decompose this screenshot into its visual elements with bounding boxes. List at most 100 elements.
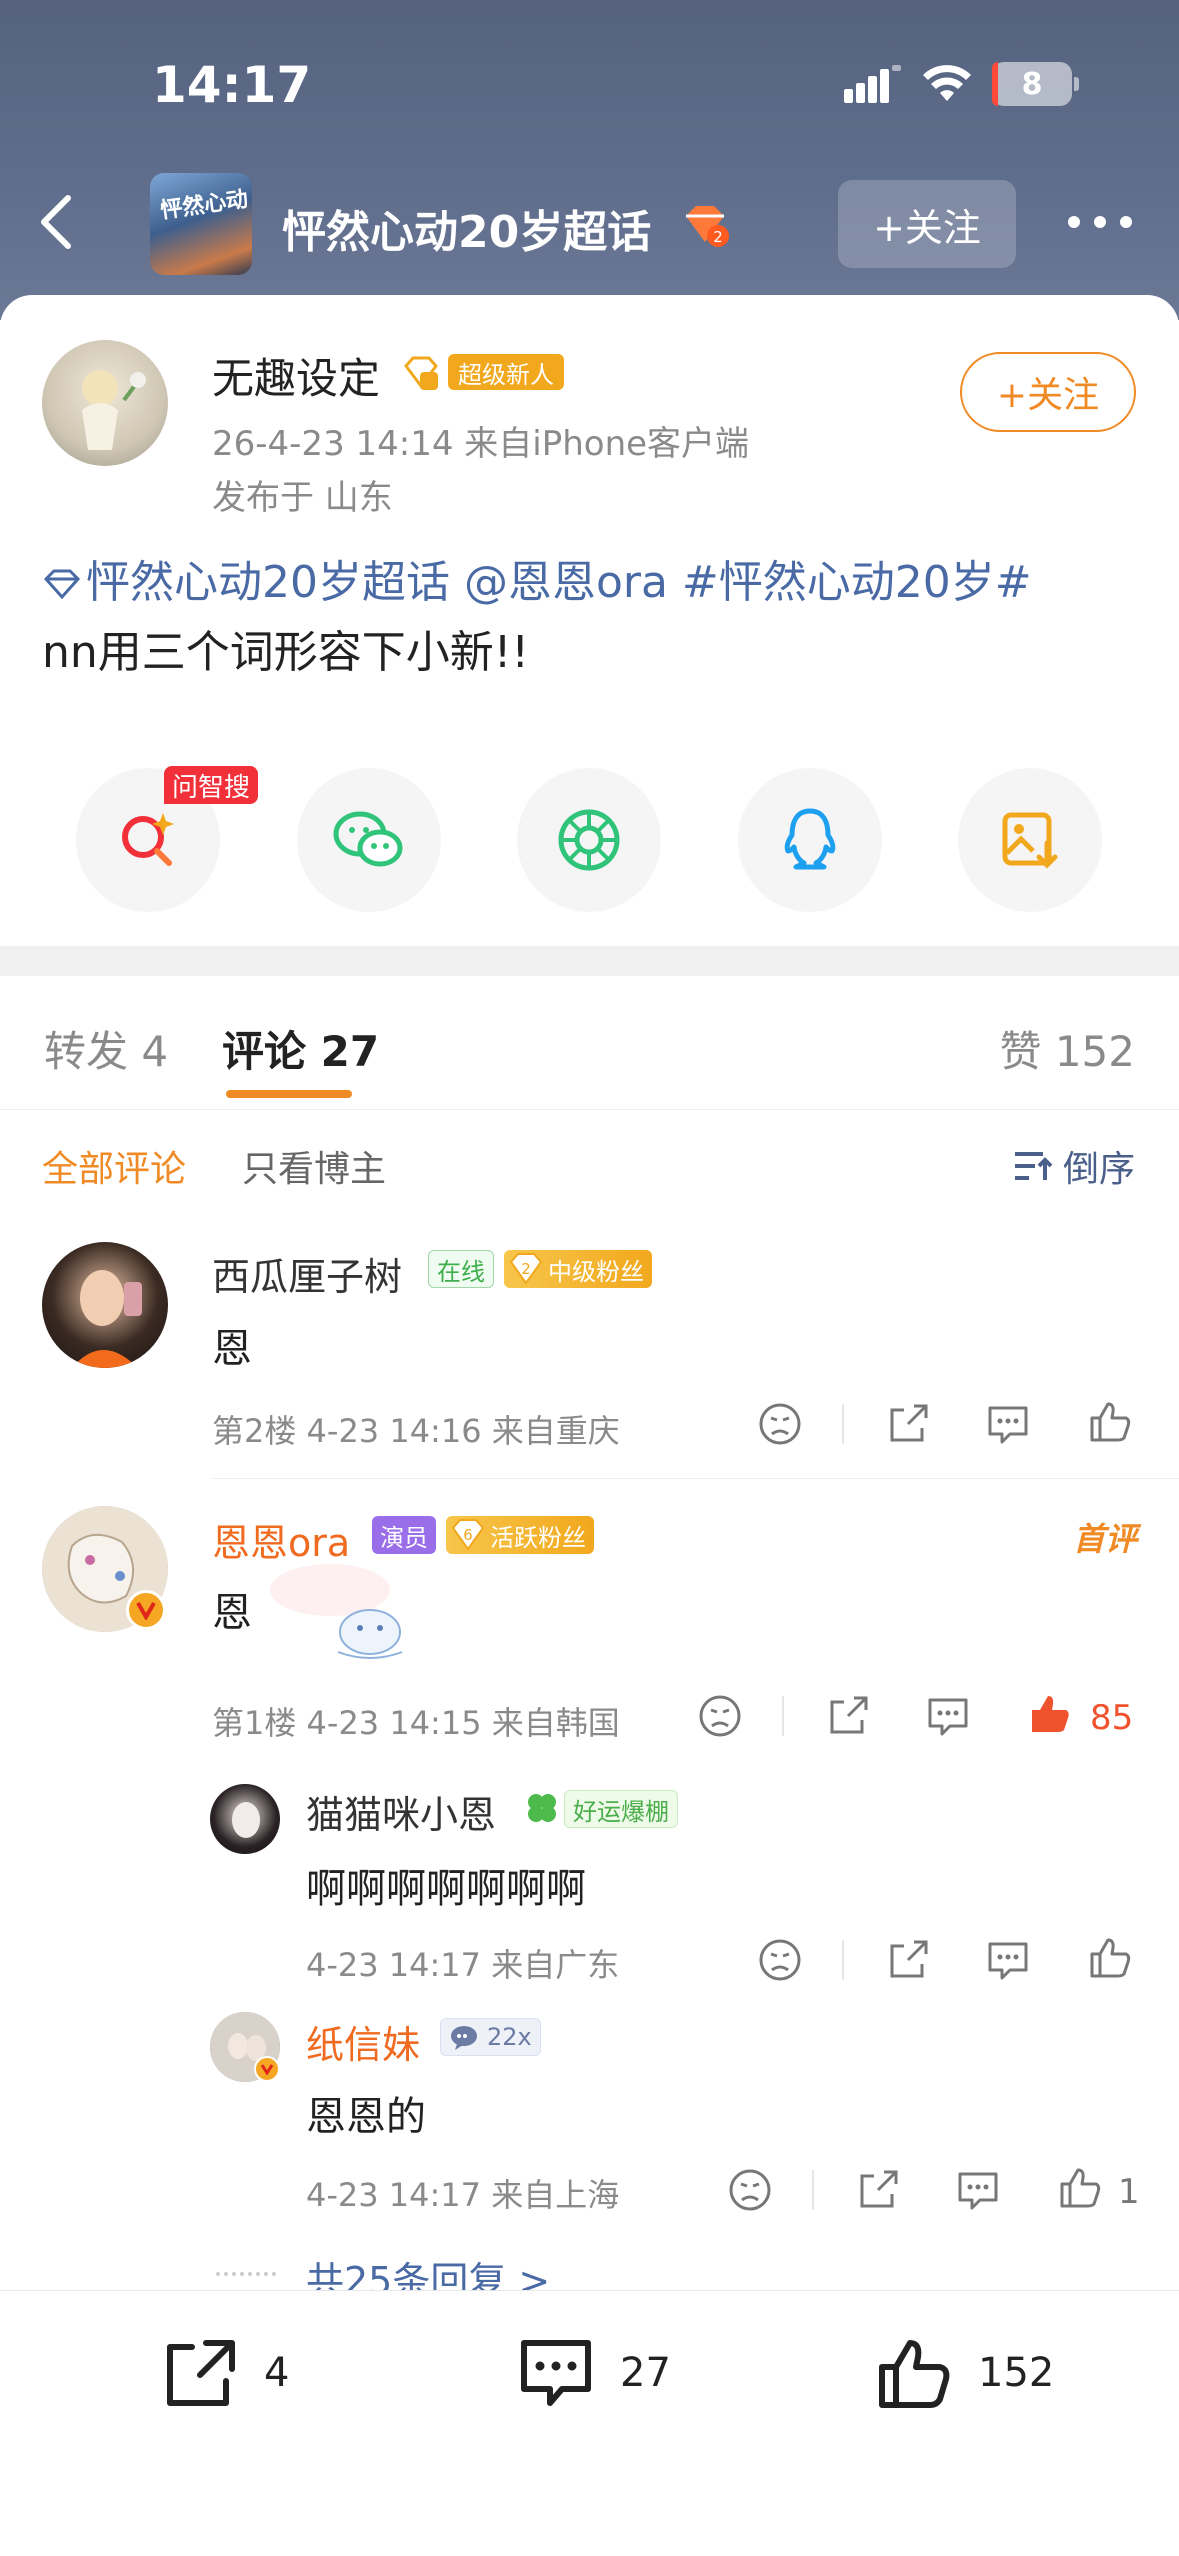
tab-comments[interactable]: 评论 27 bbox=[222, 1018, 379, 1079]
liked-icon[interactable] bbox=[1026, 1690, 1074, 1738]
post-author-avatar[interactable] bbox=[42, 340, 168, 466]
dislike-face-icon[interactable] bbox=[756, 1936, 804, 1984]
role-badge: 演员 bbox=[372, 1516, 436, 1554]
tab-repost[interactable]: 转发 4 bbox=[44, 1018, 168, 1079]
supertopic-follow-button[interactable]: +关注 bbox=[838, 180, 1016, 268]
reply-icon[interactable] bbox=[984, 1936, 1032, 1984]
comment-meta: 第2楼 4-23 14:16 来自重庆 bbox=[212, 1412, 620, 1450]
tab-likes[interactable]: 赞 152 bbox=[999, 1018, 1135, 1079]
share-icon[interactable] bbox=[884, 1400, 932, 1448]
reply-icon[interactable] bbox=[984, 1400, 1032, 1448]
wenzhi-search-tag: 问智搜 bbox=[164, 766, 259, 804]
comment-icon bbox=[521, 2340, 591, 2406]
reply-author-name[interactable]: 猫猫咪小恩 bbox=[306, 1784, 496, 1839]
more-options-icon[interactable] bbox=[1068, 216, 1132, 228]
repost-icon bbox=[167, 2340, 235, 2406]
comment-text: 恩 bbox=[212, 1590, 252, 1636]
fan-level-number: 2 bbox=[521, 1260, 531, 1278]
interaction-badge-label: 22x bbox=[487, 2023, 532, 2051]
qq-icon bbox=[784, 808, 836, 870]
battery-tip bbox=[1074, 77, 1079, 91]
repost-count: 4 bbox=[264, 2350, 290, 2396]
bottom-comment-button[interactable]: 27 bbox=[516, 2335, 671, 2411]
super-newbie-badge: 超级新人 bbox=[448, 354, 564, 390]
bottom-like-button[interactable]: 152 bbox=[874, 2335, 1054, 2411]
avatar-illustration bbox=[82, 370, 146, 450]
wechat-icon bbox=[333, 811, 403, 867]
reply-avatar[interactable] bbox=[210, 1784, 280, 1854]
moments-share-button[interactable] bbox=[517, 768, 661, 912]
comment-avatar[interactable] bbox=[42, 1242, 168, 1368]
sort-toggle[interactable]: 倒序 bbox=[1013, 1140, 1135, 1192]
more-replies-dots bbox=[216, 2272, 276, 2276]
like-count: 152 bbox=[978, 2350, 1055, 2396]
comment-filter-row: 全部评论 只看博主 倒序 bbox=[0, 1110, 1179, 1210]
filter-all-comments[interactable]: 全部评论 bbox=[42, 1140, 186, 1192]
wechat-share-button[interactable] bbox=[297, 768, 441, 912]
reply-text: 啊啊啊啊啊啊啊 bbox=[306, 1866, 586, 1912]
fan-level-number: 6 bbox=[463, 1526, 473, 1544]
share-icon[interactable] bbox=[884, 1936, 932, 1984]
fan-level-badge: 2 中级粉丝 bbox=[504, 1250, 652, 1288]
reply-icon[interactable] bbox=[924, 1692, 972, 1740]
reply-avatar[interactable] bbox=[210, 2012, 280, 2082]
clover-icon bbox=[528, 1794, 556, 1822]
share-icon[interactable] bbox=[854, 2166, 902, 2214]
comment-author-name[interactable]: 恩恩ora bbox=[212, 1512, 350, 1567]
post-topic-link[interactable]: 怦然心动20岁超话 @恩恩ora #怦然心动20岁# bbox=[86, 557, 1032, 608]
like-icon[interactable] bbox=[1086, 1398, 1134, 1446]
thumbs-up-icon bbox=[879, 2340, 950, 2408]
comment-author-name[interactable]: 西瓜厘子树 bbox=[212, 1246, 402, 1301]
supertopic-diamond-icon bbox=[43, 569, 81, 599]
like-icon[interactable] bbox=[1086, 1934, 1134, 1982]
image-download-icon bbox=[1002, 812, 1058, 869]
dislike-face-icon[interactable] bbox=[726, 2166, 774, 2214]
reply-meta: 4-23 14:17 来自广东 bbox=[306, 1946, 620, 1984]
comment-text: 恩 bbox=[212, 1326, 252, 1372]
bottom-repost-button[interactable]: 4 bbox=[160, 2335, 289, 2411]
tab-active-underline bbox=[226, 1090, 352, 1098]
fan-diamond-icon: 2 bbox=[509, 1253, 543, 1285]
reply-author-name[interactable]: 纸信妹 bbox=[306, 2014, 420, 2069]
save-image-button[interactable] bbox=[958, 768, 1102, 912]
avatar-photo bbox=[72, 1270, 142, 1368]
verified-v-icon bbox=[254, 2056, 280, 2082]
sticker-image bbox=[270, 1564, 403, 1659]
like-icon[interactable] bbox=[1056, 2164, 1104, 2212]
comment-avatar[interactable] bbox=[42, 1506, 168, 1632]
fan-diamond-icon: 6 bbox=[451, 1519, 485, 1551]
supertopic-title[interactable]: 怦然心动20岁超话 bbox=[282, 196, 651, 260]
first-comment-tag: 首评 bbox=[1072, 1520, 1137, 1558]
filter-owner-only[interactable]: 只看博主 bbox=[242, 1140, 386, 1192]
post-author-name[interactable]: 无趣设定 bbox=[212, 345, 380, 406]
reply-text: 恩恩的 bbox=[306, 2094, 426, 2140]
verified-v-icon bbox=[126, 1590, 166, 1630]
avatar-photo bbox=[232, 1802, 260, 1838]
post-location: 发布于 山东 bbox=[212, 478, 393, 518]
reply-meta: 4-23 14:17 来自上海 bbox=[306, 2176, 620, 2214]
qq-share-button[interactable] bbox=[738, 768, 882, 912]
online-badge: 在线 bbox=[428, 1250, 494, 1288]
interaction-badge: 22x bbox=[440, 2018, 541, 2056]
bottom-action-bar: 4 27 152 bbox=[0, 2290, 1179, 2556]
dislike-face-icon[interactable] bbox=[756, 1400, 804, 1448]
sort-icon bbox=[1014, 1152, 1053, 1180]
luck-badge: 好运爆棚 bbox=[564, 1790, 678, 1828]
share-icon[interactable] bbox=[824, 1692, 872, 1740]
supertopic-thumbnail-text: 怦然心动 bbox=[159, 186, 250, 224]
post-time-source: 26-4-23 14:14 来自iPhone客户端 bbox=[212, 424, 750, 464]
fan-badge-label: 活跃粉丝 bbox=[490, 1523, 586, 1552]
supertopic-thumbnail[interactable]: 怦然心动 bbox=[150, 173, 252, 275]
status-icons: 8 bbox=[844, 62, 1079, 106]
comment-meta: 第1楼 4-23 14:15 来自韩国 bbox=[212, 1704, 620, 1742]
follow-author-button[interactable]: +关注 bbox=[960, 352, 1136, 432]
fan-level-badge: 6 活跃粉丝 bbox=[446, 1516, 594, 1554]
reply-icon[interactable] bbox=[954, 2166, 1002, 2214]
back-arrow-icon[interactable] bbox=[32, 192, 82, 252]
wifi-icon bbox=[923, 65, 971, 101]
level-diamond-icon: 2 bbox=[686, 206, 729, 247]
post-body: 怦然心动20岁超话 @恩恩ora #怦然心动20岁# nn用三个词形容下小新!! bbox=[42, 548, 1142, 688]
dislike-face-icon[interactable] bbox=[696, 1692, 744, 1740]
fan-badge-label: 中级粉丝 bbox=[548, 1257, 644, 1286]
cellular-signal-icon bbox=[844, 65, 901, 103]
